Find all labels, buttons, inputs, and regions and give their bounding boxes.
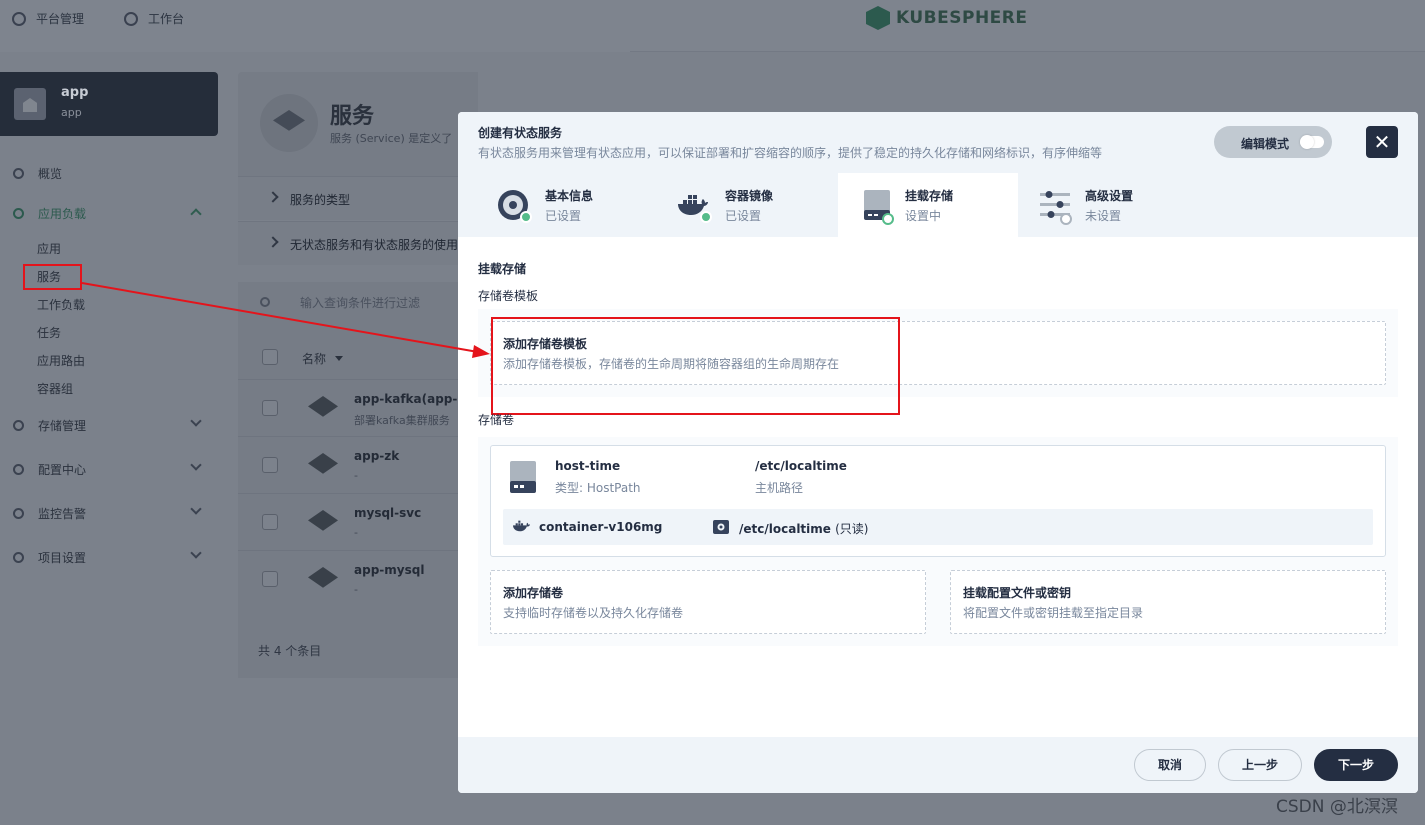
arrow-line [81, 282, 479, 353]
arrow-head [472, 345, 490, 358]
watermark: CSDN @北溟溟 [1276, 797, 1398, 817]
annotation-arrow [81, 282, 490, 358]
